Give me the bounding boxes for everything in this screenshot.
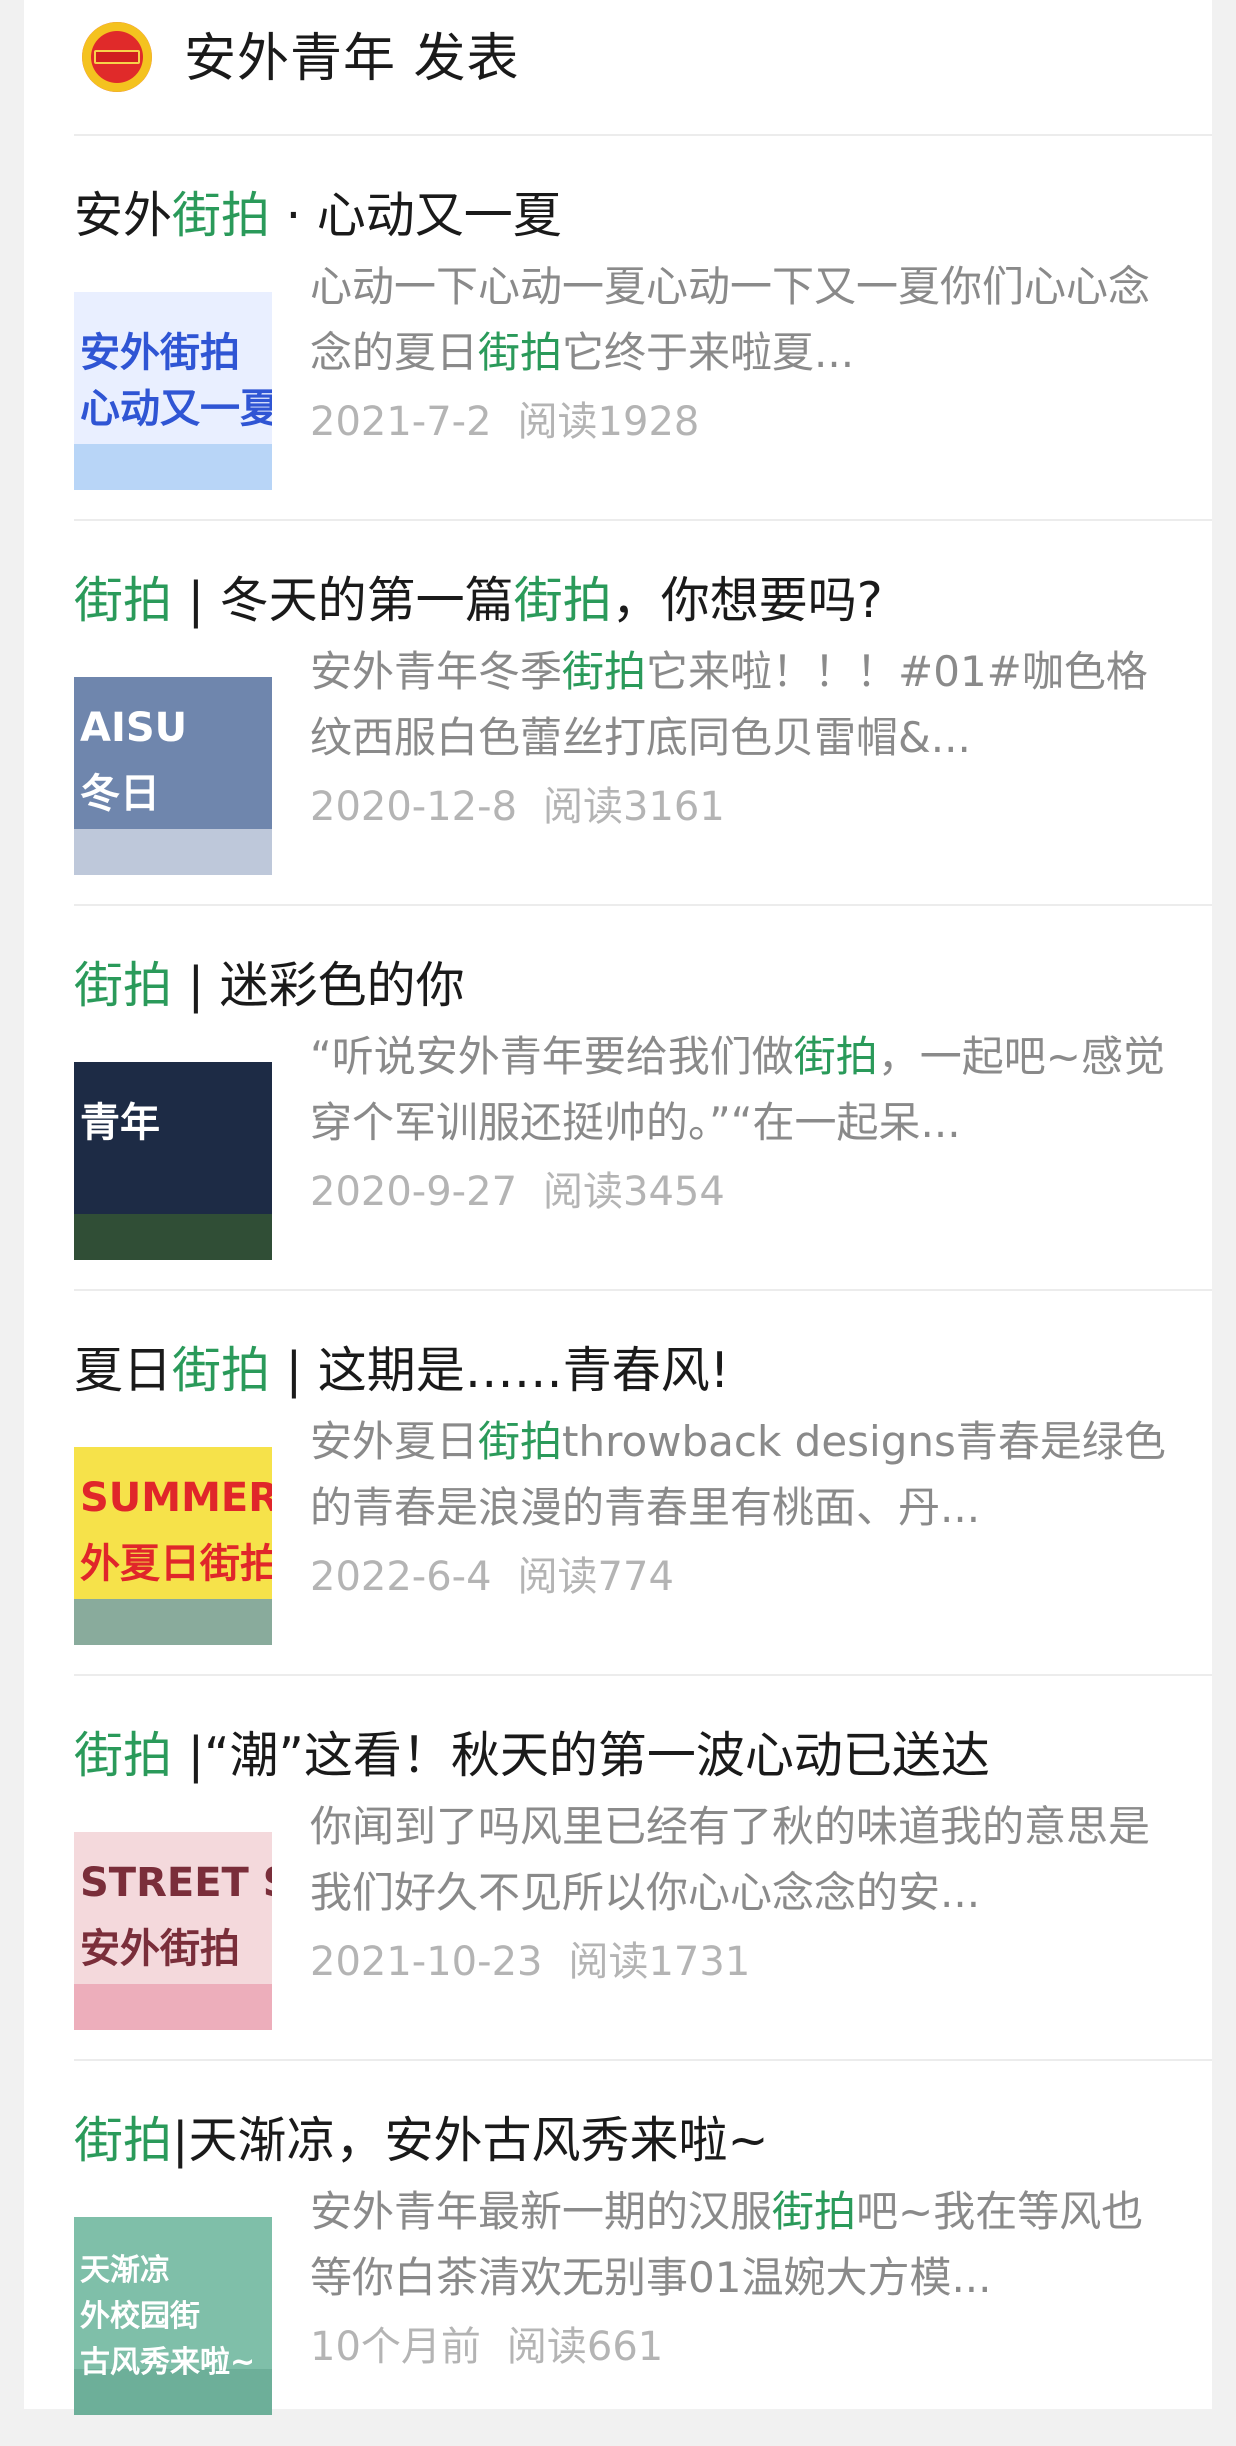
article-meta: 2021-10-23 阅读1731 [310, 1932, 750, 1992]
read-count: 阅读1928 [517, 399, 700, 445]
article-item[interactable]: 街拍 |“潮”这看！秋天的第一波心动已送达 STREET S 安外街拍 你闻到了吗风里… [24, 1676, 1212, 2061]
thumbnail-decoration [74, 829, 272, 875]
account-header: 安外青年 发表 [24, 0, 1212, 136]
account-title: 安外青年 发表 [184, 29, 520, 89]
thumbnail-caption: 心动又一夏 [80, 386, 272, 432]
publish-date: 2020-12-8 [310, 784, 518, 830]
article-thumbnail[interactable]: 天渐凉外校园街古风秀来啦~ [74, 2217, 272, 2415]
article-summary: 心动一下心动一夏心动一下又一夏你们心心念念的夏日街拍它终于来啦夏... [310, 254, 1180, 386]
article-item[interactable]: 街拍 | 迷彩色的你青年 “听说安外青年要给我们做街拍，一起吧~感觉穿个军训服还挺… [24, 906, 1212, 1291]
title-text: ，你想要吗? [611, 572, 883, 629]
article-thumbnail[interactable]: AISU 冬日 [74, 677, 272, 875]
summary-text: “听说安外青年要给我们做 [310, 1032, 794, 1081]
summary-text: 安外青年冬季 [310, 647, 563, 696]
publish-date: 2022-6-4 [310, 1554, 492, 1600]
thumbnail-caption: STREET S [80, 1860, 272, 1906]
thumbnail-caption: 安外街拍 [80, 1926, 240, 1972]
thumbnail-caption: SUMMER NEW [80, 1475, 272, 1521]
summary-text: 安外夏日 [310, 1417, 479, 1466]
publish-date: 2021-7-2 [310, 399, 492, 445]
article-thumbnail[interactable]: 青年 [74, 1062, 272, 1260]
article-title[interactable]: 夏日街拍 | 这期是……青春风! [74, 1335, 1184, 1407]
read-count: 阅读661 [506, 2324, 664, 2370]
thumbnail-caption: 外校园街 [80, 2299, 200, 2334]
article-thumbnail[interactable]: SUMMER NEW 外夏日街拍 [74, 1447, 272, 1645]
title-text: | 迷彩色的你 [172, 957, 465, 1014]
article-item[interactable]: 夏日街拍 | 这期是……青春风!SUMMER NEW外夏日街拍安外夏日街拍thr… [24, 1291, 1212, 1676]
thumbnail-caption: 青年 [80, 1100, 160, 1146]
article-title[interactable]: 安外街拍 · 心动又一夏 [74, 180, 1184, 252]
thumbnail-caption: 安外街拍 [80, 330, 240, 376]
title-text: 夏日 [74, 1342, 173, 1399]
title-keyword-highlight: 街拍 [74, 2112, 173, 2169]
article-title[interactable]: 街拍|天渐凉，安外古风秀来啦~ [74, 2105, 1184, 2177]
thumbnail-decoration [74, 1984, 272, 2030]
summary-text: 你闻到了吗风里已经有了秋的味道我的意思是我们好久不见所以你心心念念的安... [310, 1802, 1151, 1917]
thumbnail-caption: 天渐凉 [80, 2253, 170, 2288]
summary-keyword-highlight: 街拍 [793, 1032, 878, 1081]
thumbnail-caption: 冬日 [80, 771, 160, 817]
article-summary: 安外夏日街拍throwback designs青春是绿色的青春是浪漫的青春里有桃… [310, 1409, 1180, 1541]
title-text: |天渐凉，安外古风秀来啦~ [172, 2112, 769, 2169]
article-title[interactable]: 街拍 | 冬天的第一篇街拍，你想要吗? [74, 565, 1184, 637]
title-keyword-highlight: 街拍 [513, 572, 612, 629]
publish-date: 10个月前 [310, 2324, 481, 2370]
read-count: 阅读1731 [568, 1939, 751, 1985]
read-count: 阅读774 [517, 1554, 674, 1600]
article-summary: 安外青年最新一期的汉服街拍吧~我在等风也等你白茶清欢无别事01温婉大方模... [310, 2179, 1180, 2311]
read-count: 阅读3161 [543, 784, 725, 830]
article-item[interactable]: 街拍|天渐凉，安外古风秀来啦~ 天渐凉 外校园街 古风秀来啦~ 安外青年最新一期的汉服街… [24, 2061, 1212, 2446]
thumbnail-caption: 古风秀来啦~ [80, 2345, 256, 2380]
title-text: |“潮”这看！秋天的第一波心动已送达 [172, 1727, 990, 1784]
summary-keyword-highlight: 街拍 [772, 2187, 857, 2236]
read-count: 阅读3454 [543, 1169, 725, 1215]
thumbnail-decoration [74, 444, 272, 490]
thumbnail-decoration [74, 1599, 272, 1645]
article-thumbnail[interactable]: STREET S 安外街拍 [74, 1832, 272, 2030]
article-title[interactable]: 街拍 | 迷彩色的你 [74, 950, 1184, 1022]
summary-text: 它终于来啦夏... [562, 328, 855, 377]
thumbnail-decoration [74, 1214, 272, 1260]
title-keyword-highlight: 街拍 [74, 957, 173, 1014]
summary-keyword-highlight: 街拍 [478, 1417, 563, 1466]
article-meta: 10个月前 阅读661 [310, 2317, 663, 2377]
thumbnail-caption: AISU [80, 705, 188, 751]
title-text: | 冬天的第一篇 [172, 572, 514, 629]
title-keyword-highlight: 街拍 [172, 1342, 271, 1399]
publish-date: 2021-10-23 [310, 1939, 543, 1985]
summary-keyword-highlight: 街拍 [562, 647, 647, 696]
summary-text: 安外青年最新一期的汉服 [310, 2187, 773, 2236]
title-text: · 心动又一夏 [270, 187, 562, 244]
youth-league-emblem-icon [82, 22, 152, 92]
title-text: 安外 [74, 187, 173, 244]
article-item[interactable]: 街拍 | 冬天的第一篇街拍，你想要吗? AISU 冬日 安外青年冬季街拍它来啦！！！#… [24, 521, 1212, 906]
title-text: | 这期是……青春风! [270, 1342, 730, 1399]
article-summary: 安外青年冬季街拍它来啦！！！#01#咖色格纹西服白色蕾丝打底同色贝雷帽&... [310, 639, 1180, 771]
article-summary: 你闻到了吗风里已经有了秋的味道我的意思是我们好久不见所以你心心念念的安... [310, 1794, 1180, 1926]
publish-date: 2020-9-27 [310, 1169, 518, 1215]
article-meta: 2021-7-2 阅读1928 [310, 392, 699, 452]
summary-keyword-highlight: 街拍 [478, 328, 563, 377]
article-meta: 2020-12-8 阅读3161 [310, 777, 725, 837]
article-meta: 2022-6-4 阅读774 [310, 1547, 674, 1607]
article-thumbnail[interactable]: 安外街拍 心动又一夏 [74, 292, 272, 490]
title-keyword-highlight: 街拍 [74, 572, 173, 629]
title-keyword-highlight: 街拍 [172, 187, 271, 244]
title-keyword-highlight: 街拍 [74, 1727, 173, 1784]
article-item[interactable]: 安外街拍 · 心动又一夏 安外街拍 心动又一夏 心动一下心动一夏心动一下又一夏你们心心… [24, 136, 1212, 521]
article-title[interactable]: 街拍 |“潮”这看！秋天的第一波心动已送达 [74, 1720, 1184, 1792]
article-meta: 2020-9-27 阅读3454 [310, 1162, 725, 1222]
article-summary: “听说安外青年要给我们做街拍，一起吧~感觉穿个军训服还挺帅的。”“在一起呆... [310, 1024, 1180, 1156]
thumbnail-caption: 外夏日街拍 [80, 1541, 272, 1587]
article-list-panel: 安外青年 发表 安外街拍 · 心动又一夏 安外街拍 心动又一夏 心动一下心动一夏心动一… [24, 0, 1212, 2415]
